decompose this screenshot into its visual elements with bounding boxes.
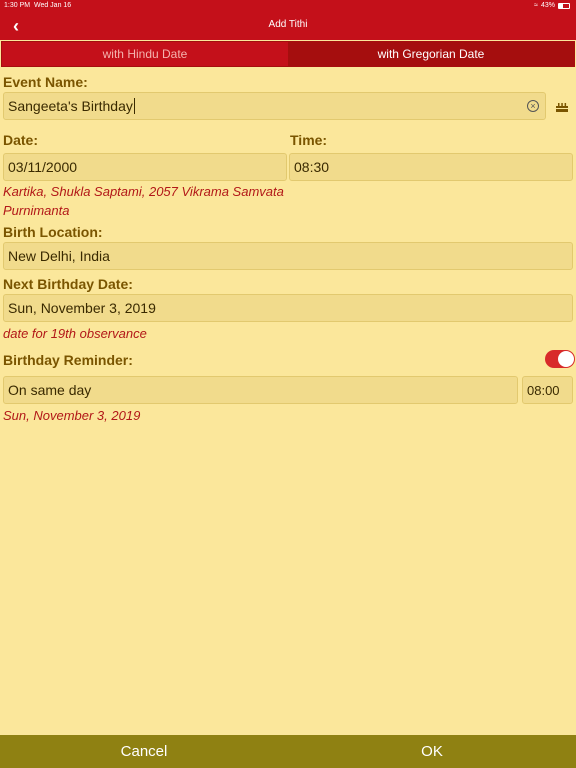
event-name-input[interactable]: Sangeeta's Birthday × bbox=[3, 92, 546, 120]
date-mode-tabs: with Hindu Date with Gregorian Date bbox=[1, 41, 575, 67]
time-input[interactable]: 08:30 bbox=[289, 153, 573, 181]
time-label: Time: bbox=[290, 132, 328, 148]
cancel-button[interactable]: Cancel bbox=[0, 735, 288, 768]
date-input[interactable]: 03/11/2000 bbox=[3, 153, 287, 181]
status-right: ≈ 43% bbox=[534, 2, 570, 9]
toggle-knob bbox=[558, 351, 574, 367]
reminder-toggle[interactable] bbox=[545, 350, 575, 368]
reminder-time-input[interactable]: 08:00 bbox=[522, 376, 573, 404]
reminder-date-text: Sun, November 3, 2019 bbox=[3, 408, 141, 423]
nav-bar: ‹ Add Tithi bbox=[0, 12, 576, 40]
reminder-when-select[interactable]: On same day bbox=[3, 376, 518, 404]
clear-icon[interactable]: × bbox=[527, 100, 539, 112]
battery-icon bbox=[558, 2, 570, 9]
event-name-label: Event Name: bbox=[3, 74, 88, 90]
birthday-reminder-label: Birthday Reminder: bbox=[3, 352, 133, 368]
date-label: Date: bbox=[3, 132, 39, 148]
tab-hindu-date[interactable]: with Hindu Date bbox=[2, 42, 288, 66]
cake-icon[interactable] bbox=[555, 99, 569, 113]
next-birthday-field[interactable]: Sun, November 3, 2019 bbox=[3, 294, 573, 322]
status-bar: 1:30 PM Wed Jan 16 ≈ 43% bbox=[0, 0, 576, 12]
calendar-system-text: Purnimanta bbox=[3, 203, 70, 218]
battery-percent: 43% bbox=[540, 2, 555, 9]
tab-gregorian-date[interactable]: with Gregorian Date bbox=[288, 42, 574, 66]
wifi-icon: ≈ bbox=[534, 2, 538, 9]
ok-button[interactable]: OK bbox=[288, 735, 576, 768]
hindu-date-text: Kartika, Shukla Saptami, 2057 Vikrama Sa… bbox=[3, 184, 284, 199]
observance-note: date for 19th observance bbox=[3, 326, 147, 341]
status-time: 1:30 PM Wed Jan 16 bbox=[4, 2, 72, 9]
bottom-bar: Cancel OK bbox=[0, 735, 576, 768]
page-title: Add Tithi bbox=[268, 19, 308, 30]
event-name-value: Sangeeta's Birthday bbox=[8, 98, 133, 114]
birth-location-label: Birth Location: bbox=[3, 224, 103, 240]
next-birthday-label: Next Birthday Date: bbox=[3, 276, 133, 292]
birth-location-input[interactable]: New Delhi, India bbox=[3, 242, 573, 270]
text-cursor bbox=[133, 98, 135, 114]
